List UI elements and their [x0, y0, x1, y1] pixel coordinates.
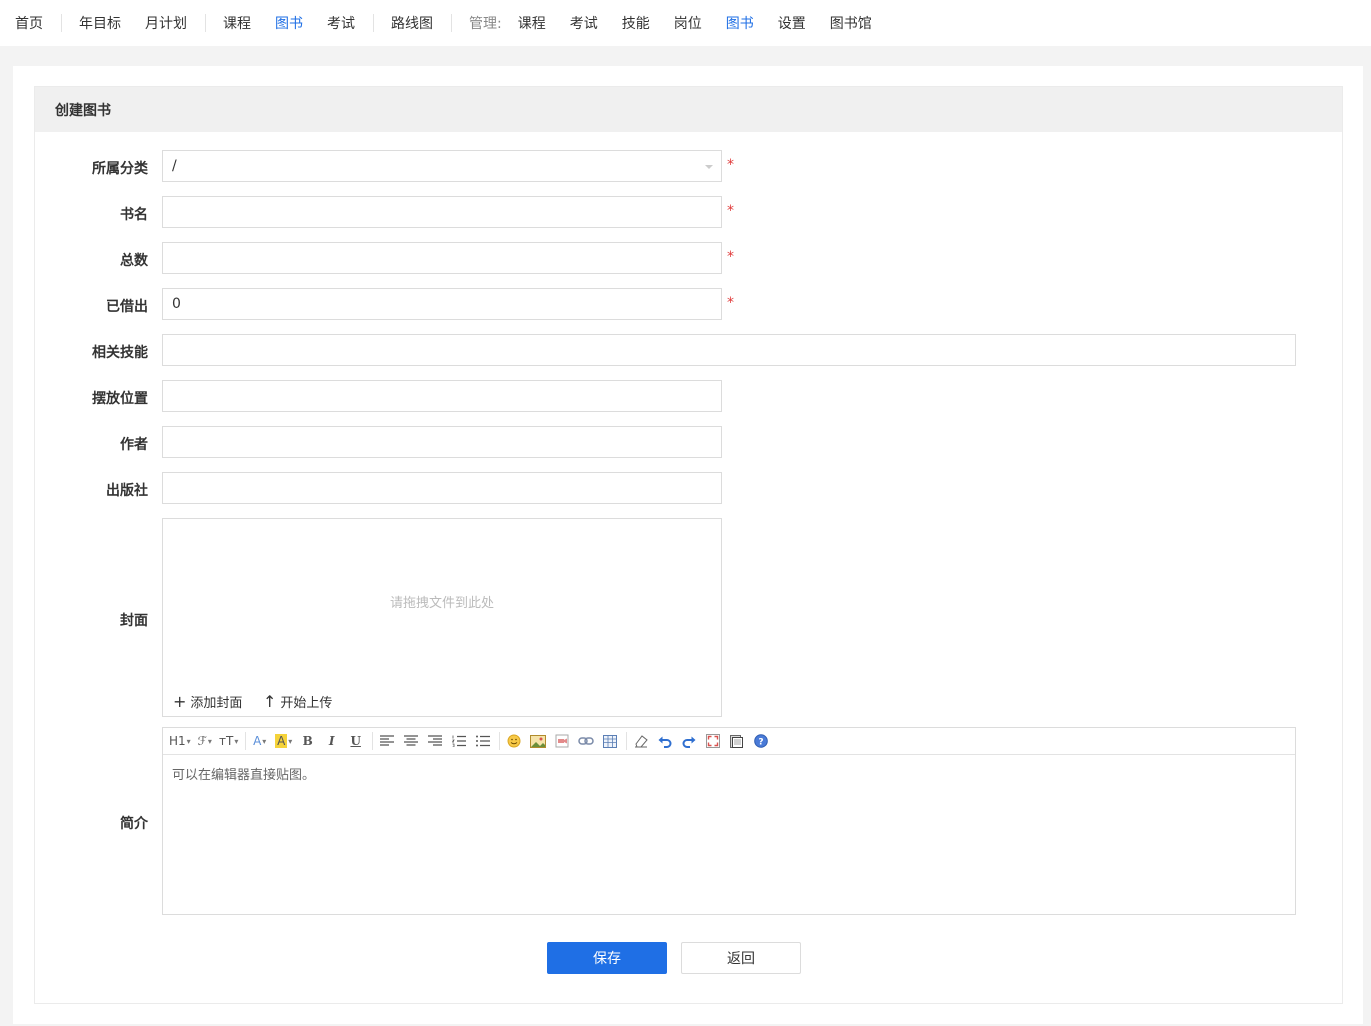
help-icon[interactable]: ?	[751, 731, 771, 751]
editor-toolbar: H1 ▾ ℱ ▾ тT ▾ A ▾ A ▾ B I U ?	[163, 728, 1295, 755]
font-color-icon: A	[253, 734, 262, 748]
bg-color-dropdown[interactable]: A ▾	[274, 731, 294, 751]
required-mark: *	[727, 295, 734, 311]
svg-text:?: ?	[758, 738, 763, 748]
caret-icon: ▾	[186, 736, 191, 746]
nav-monthly-plan[interactable]: 月计划	[145, 13, 187, 33]
intro-label: 简介	[120, 816, 148, 832]
skills-input[interactable]	[162, 334, 1296, 366]
drop-hint: 请拖拽文件到此处	[389, 596, 494, 611]
nav-manage-settings[interactable]: 设置	[778, 13, 806, 33]
nav-courses[interactable]: 课程	[223, 13, 251, 33]
toolbar-divider	[498, 732, 500, 750]
nav-annual-goals[interactable]: 年目标	[79, 13, 121, 33]
borrowed-label: 已借出	[106, 299, 148, 315]
caret-icon: ▾	[288, 736, 293, 746]
align-left-icon[interactable]	[377, 731, 397, 751]
nav-divider	[451, 14, 452, 32]
heading-dropdown[interactable]: H1 ▾	[169, 731, 191, 751]
nav-exams[interactable]: 考试	[327, 13, 355, 33]
nav-divider	[205, 14, 206, 32]
image-icon[interactable]	[528, 731, 548, 751]
location-label: 摆放位置	[92, 391, 148, 407]
content-area: 创建图书 所属分类 / * 书名 * 总数 * 已借出 0 * 相关技能 摆放位…	[13, 66, 1363, 1024]
font-family-dropdown[interactable]: ℱ ▾	[195, 731, 215, 751]
required-mark: *	[727, 203, 734, 219]
start-upload-button[interactable]: ↑ 开始上传	[263, 692, 332, 711]
required-mark: *	[727, 157, 734, 173]
nav-manage-books[interactable]: 图书	[726, 13, 754, 33]
toolbar-divider	[244, 732, 246, 750]
editor-placeholder: 可以在编辑器直接贴图。	[172, 768, 316, 783]
fullscreen-icon[interactable]	[703, 731, 723, 751]
undo-icon[interactable]	[655, 731, 675, 751]
book-name-input[interactable]	[162, 196, 722, 228]
nav-divider	[61, 14, 62, 32]
italic-button[interactable]: I	[322, 731, 342, 751]
total-label: 总数	[120, 253, 148, 269]
required-mark: *	[727, 249, 734, 265]
heading-label: H1	[169, 734, 186, 748]
caret-icon: ▾	[207, 736, 212, 746]
back-button[interactable]: 返回	[681, 942, 801, 974]
panel-title: 创建图书	[35, 87, 1342, 132]
add-cover-label: 添加封面	[190, 696, 243, 711]
nav-manage-library[interactable]: 图书馆	[830, 13, 872, 33]
save-button[interactable]: 保存	[547, 942, 667, 974]
plus-icon: +	[173, 691, 187, 711]
toolbar-divider	[371, 732, 373, 750]
emoji-icon[interactable]	[504, 731, 524, 751]
font-color-dropdown[interactable]: A ▾	[250, 731, 270, 751]
nav-roadmap[interactable]: 路线图	[391, 13, 433, 33]
skills-label: 相关技能	[92, 345, 148, 361]
nav-manage-courses[interactable]: 课程	[518, 13, 546, 33]
table-icon[interactable]	[600, 731, 620, 751]
font-size-dropdown[interactable]: тT ▾	[219, 731, 239, 751]
management-label: 管理:	[469, 16, 502, 32]
caret-icon: ▾	[262, 736, 267, 746]
rich-text-editor[interactable]: H1 ▾ ℱ ▾ тT ▾ A ▾ A ▾ B I U ? 可以在编辑器直接贴图…	[162, 727, 1296, 915]
create-book-panel: 创建图书 所属分类 / * 书名 * 总数 * 已借出 0 * 相关技能 摆放位…	[34, 86, 1343, 1004]
caret-icon: ▾	[234, 736, 239, 746]
category-label: 所属分类	[92, 161, 148, 177]
nav-home[interactable]: 首页	[15, 13, 43, 33]
chevron-down-icon	[705, 165, 713, 169]
paste-icon[interactable]	[727, 731, 747, 751]
link-icon[interactable]	[576, 731, 596, 751]
start-upload-label: 开始上传	[280, 696, 333, 711]
publisher-input[interactable]	[162, 472, 722, 504]
arrow-up-icon: ↑	[263, 691, 277, 711]
font-family-icon: ℱ	[197, 734, 207, 748]
redo-icon[interactable]	[679, 731, 699, 751]
nav-manage-skills[interactable]: 技能	[622, 13, 650, 33]
ordered-list-icon[interactable]	[449, 731, 469, 751]
cover-label: 封面	[120, 613, 148, 629]
author-label: 作者	[120, 437, 148, 453]
publisher-label: 出版社	[106, 483, 148, 499]
underline-button[interactable]: U	[346, 731, 366, 751]
bold-button[interactable]: B	[298, 731, 318, 751]
cover-upload-dropzone[interactable]: 请拖拽文件到此处 + 添加封面 ↑ 开始上传	[162, 518, 722, 717]
align-right-icon[interactable]	[425, 731, 445, 751]
eraser-icon[interactable]	[631, 731, 651, 751]
category-select[interactable]: /	[162, 150, 722, 182]
nav-divider	[373, 14, 374, 32]
bg-color-icon: A	[275, 734, 288, 748]
toolbar-divider	[625, 732, 627, 750]
align-center-icon[interactable]	[401, 731, 421, 751]
location-input[interactable]	[162, 380, 722, 412]
video-icon[interactable]	[552, 731, 572, 751]
nav-manage-exams[interactable]: 考试	[570, 13, 598, 33]
add-cover-button[interactable]: + 添加封面	[173, 692, 242, 711]
top-nav: 首页 年目标 月计划 课程 图书 考试 路线图 管理: 课程 考试 技能 岗位 …	[0, 0, 1371, 46]
nav-manage-positions[interactable]: 岗位	[674, 13, 702, 33]
nav-books[interactable]: 图书	[275, 13, 303, 33]
font-size-icon: тT	[219, 734, 234, 748]
book-name-label: 书名	[120, 207, 148, 223]
unordered-list-icon[interactable]	[473, 731, 493, 751]
author-input[interactable]	[162, 426, 722, 458]
category-value: /	[172, 158, 177, 174]
total-input[interactable]	[162, 242, 722, 274]
borrowed-input[interactable]: 0	[162, 288, 722, 320]
